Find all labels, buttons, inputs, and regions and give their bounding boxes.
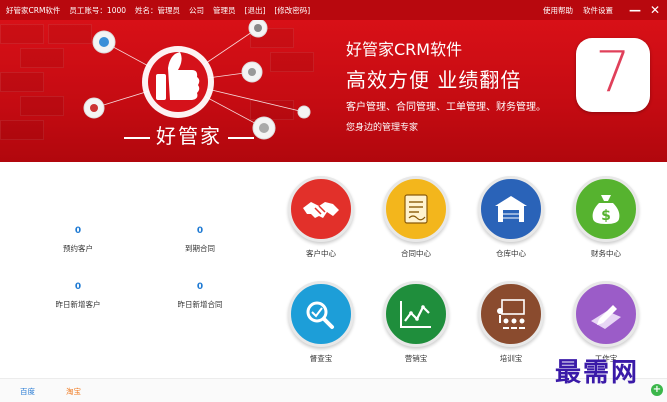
svg-text:$: $ bbox=[601, 208, 611, 224]
training-icon bbox=[497, 299, 525, 329]
module-customer-center[interactable]: 客户中心 bbox=[286, 176, 356, 259]
module-label: 财务中心 bbox=[591, 249, 621, 258]
module-button[interactable]: $ bbox=[573, 176, 639, 242]
name-info: 姓名：管理员 bbox=[135, 5, 181, 15]
module-button[interactable] bbox=[288, 281, 354, 347]
chart-icon bbox=[400, 301, 431, 328]
module-inspect[interactable]: 督查宝 bbox=[286, 281, 356, 364]
stat-appointment-customers[interactable]: 0 预约客户 bbox=[28, 226, 128, 254]
close-button[interactable]: ✕ bbox=[647, 2, 663, 18]
stat-label: 到期合同 bbox=[185, 244, 215, 253]
module-contract-center[interactable]: 合同中心 bbox=[381, 176, 451, 259]
title-bar: 好管家CRM软件 员工账号：1000 姓名：管理员 公司 管理员 [退出] [修… bbox=[0, 0, 667, 20]
contract-icon bbox=[404, 194, 428, 224]
company-value: 管理员 bbox=[213, 5, 236, 15]
taobao-link[interactable]: 淘宝 bbox=[66, 386, 81, 397]
module-training[interactable]: 培训宝 bbox=[476, 281, 546, 364]
stat-value: 0 bbox=[74, 226, 82, 236]
banner: 好管家 好管家CRM软件 高效方便 业绩翻倍 客户管理、合同管理、工单管理、财务… bbox=[0, 20, 667, 162]
handshake-icon bbox=[303, 202, 339, 218]
help-link[interactable]: 使用帮助 bbox=[543, 5, 573, 16]
stat-value: 0 bbox=[74, 282, 82, 292]
banner-features: 客户管理、合同管理、工单管理、财务管理。 bbox=[346, 102, 546, 113]
version-number: 7 bbox=[595, 40, 631, 105]
version-badge: 7 bbox=[576, 38, 650, 112]
add-button[interactable]: + bbox=[651, 384, 663, 396]
module-button[interactable] bbox=[478, 176, 544, 242]
module-button[interactable] bbox=[573, 281, 639, 347]
crm-main-window: 好管家CRM软件 员工账号：1000 姓名：管理员 公司 管理员 [退出] [修… bbox=[0, 0, 667, 402]
banner-tagline: 您身边的管理专家 bbox=[346, 123, 419, 133]
stat-label: 昨日新增客户 bbox=[55, 300, 101, 309]
stat-new-contracts-yesterday[interactable]: 0 昨日新增合同 bbox=[150, 282, 250, 310]
settings-link[interactable]: 软件设置 bbox=[583, 5, 613, 16]
logout-link[interactable]: [退出] bbox=[245, 5, 266, 16]
baidu-link[interactable]: 百度 bbox=[20, 386, 35, 397]
module-label: 客户中心 bbox=[306, 249, 336, 258]
employee-info: 员工账号：1000 bbox=[69, 5, 127, 15]
module-label: 合同中心 bbox=[401, 249, 431, 258]
stat-new-customers-yesterday[interactable]: 0 昨日新增客户 bbox=[28, 282, 128, 310]
change-password-link[interactable]: [修改密码] bbox=[274, 5, 310, 16]
warehouse-icon bbox=[495, 196, 527, 222]
module-label: 营销宝 bbox=[404, 354, 428, 363]
module-label: 培训宝 bbox=[499, 354, 523, 363]
module-warehouse-center[interactable]: 仓库中心 bbox=[476, 176, 546, 259]
module-button[interactable] bbox=[383, 281, 449, 347]
logo-text: 好管家 bbox=[118, 120, 260, 149]
stat-value: 0 bbox=[196, 282, 204, 292]
stat-value: 0 bbox=[196, 226, 204, 236]
banner-slogan: 高效方便 业绩翻倍 bbox=[346, 68, 522, 92]
module-label: 督查宝 bbox=[309, 354, 333, 363]
banner-title: 好管家CRM软件 bbox=[346, 40, 463, 59]
pen-icon bbox=[591, 305, 621, 329]
stat-label: 昨日新增合同 bbox=[177, 300, 223, 309]
watermark: 最需网 bbox=[555, 358, 640, 388]
module-button[interactable] bbox=[478, 281, 544, 347]
minimize-button[interactable]: — bbox=[627, 2, 643, 18]
thumbs-up-logo-icon bbox=[142, 46, 214, 118]
company-label: 公司 bbox=[189, 5, 205, 15]
stat-expiring-contracts[interactable]: 0 到期合同 bbox=[150, 226, 250, 254]
module-label: 仓库中心 bbox=[496, 249, 526, 258]
money-bag-icon: $ bbox=[592, 195, 620, 224]
inspect-icon bbox=[306, 301, 334, 329]
module-finance-center[interactable]: $ 财务中心 bbox=[571, 176, 641, 259]
module-marketing[interactable]: 营销宝 bbox=[381, 281, 451, 364]
stat-label: 预约客户 bbox=[63, 244, 93, 253]
app-name: 好管家CRM软件 bbox=[6, 5, 61, 15]
module-button[interactable] bbox=[288, 176, 354, 242]
module-button[interactable] bbox=[383, 176, 449, 242]
